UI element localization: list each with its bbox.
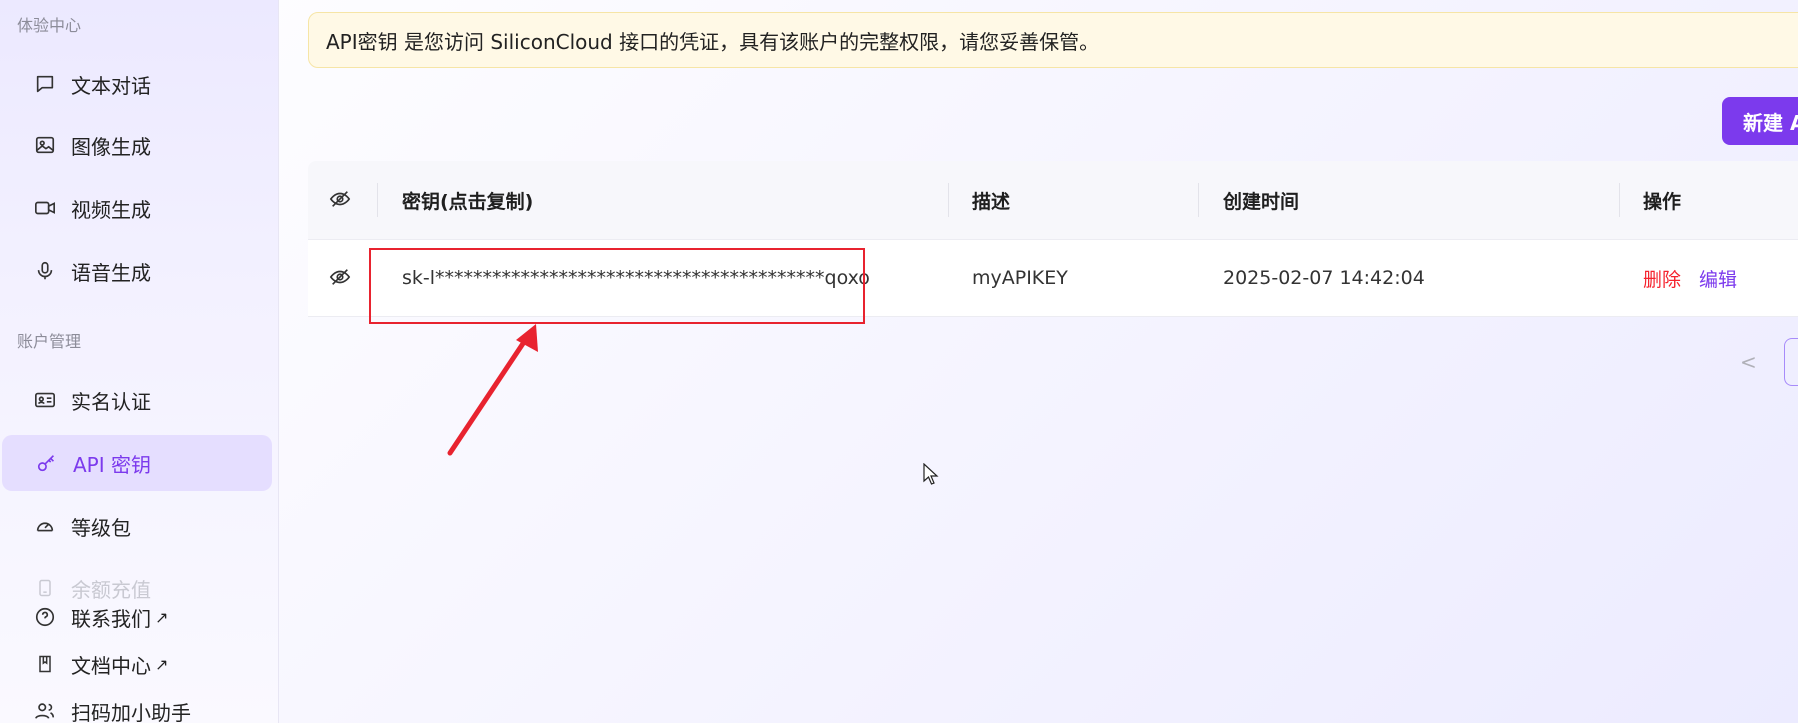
sidebar: 体验中心 文本对话 图像生成 视频生成 语音生成 账户管理 实名认证 API 密… [0, 0, 279, 723]
sidebar-item-assistant[interactable]: 扫码加小助手 [0, 683, 272, 723]
sidebar-item-label: API 密钥 [73, 452, 151, 477]
sidebar-item-label: 扫码加小助手 [71, 700, 191, 723]
section-title-experience: 体验中心 [17, 16, 82, 35]
sidebar-item-text-chat[interactable]: 文本对话 [0, 56, 272, 112]
api-key-notice: API密钥 是您访问 SiliconCloud 接口的凭证，具有该账户的完整权限… [308, 12, 1798, 68]
users-icon [33, 699, 57, 723]
column-header-created: 创建时间 [1223, 190, 1300, 213]
table-row: sk-l************************************… [308, 240, 1798, 317]
sidebar-item-level-package[interactable]: 等级包 [0, 498, 272, 554]
sidebar-item-label: 图像生成 [71, 134, 151, 159]
eye-off-icon[interactable] [329, 266, 353, 290]
sidebar-item-video-gen[interactable]: 视频生成 [0, 180, 272, 236]
external-link-icon: ↗ [155, 607, 169, 627]
sidebar-item-label: 视频生成 [71, 197, 151, 222]
sidebar-item-label: 等级包 [71, 515, 131, 540]
api-key-value[interactable]: sk-l************************************… [402, 240, 870, 316]
microphone-icon [33, 259, 57, 283]
sidebar-item-label: 文档中心 [71, 653, 151, 678]
edit-button[interactable]: 编辑 [1699, 265, 1737, 292]
eye-off-icon[interactable] [329, 188, 353, 212]
chat-bubble-icon [33, 72, 57, 96]
id-card-icon [33, 388, 57, 412]
external-link-icon: ↗ [155, 654, 169, 674]
sidebar-item-label: 实名认证 [71, 389, 151, 414]
gauge-icon [33, 514, 57, 538]
table-header: 密钥(点击复制) 描述 创建时间 操作 [308, 161, 1798, 240]
sidebar-item-label: 联系我们 [71, 606, 151, 631]
section-title-account: 账户管理 [17, 332, 82, 351]
pagination-page-button[interactable] [1784, 338, 1798, 386]
mouse-cursor-icon [923, 463, 939, 485]
help-circle-icon [33, 605, 57, 629]
sidebar-item-real-name[interactable]: 实名认证 [0, 372, 272, 428]
notice-text: API密钥 是您访问 SiliconCloud 接口的凭证，具有该账户的完整权限… [326, 29, 1100, 54]
column-header-key: 密钥(点击复制) [402, 190, 534, 213]
column-header-actions: 操作 [1643, 190, 1682, 213]
image-icon [33, 133, 57, 157]
sidebar-item-label: 文本对话 [71, 73, 151, 98]
annotation-arrow-icon [447, 324, 538, 456]
sidebar-item-image-gen[interactable]: 图像生成 [0, 117, 272, 173]
pagination-prev-button[interactable]: < [1740, 350, 1757, 374]
key-icon [35, 451, 59, 475]
book-icon [33, 652, 57, 676]
delete-button[interactable]: 删除 [1643, 265, 1681, 292]
sidebar-item-api-keys[interactable]: API 密钥 [2, 435, 272, 491]
column-header-description: 描述 [972, 190, 1011, 213]
api-key-created-time: 2025-02-07 14:42:04 [1223, 267, 1425, 289]
api-key-table: 密钥(点击复制) 描述 创建时间 操作 sk-l****************… [308, 161, 1798, 317]
sidebar-item-voice-gen[interactable]: 语音生成 [0, 243, 272, 299]
api-key-description: myAPIKEY [972, 267, 1068, 289]
row-actions: 删除 编辑 [1643, 240, 1737, 316]
new-api-key-button[interactable]: 新建 A [1722, 97, 1798, 145]
video-camera-icon [33, 196, 57, 220]
sidebar-item-label: 语音生成 [71, 260, 151, 285]
